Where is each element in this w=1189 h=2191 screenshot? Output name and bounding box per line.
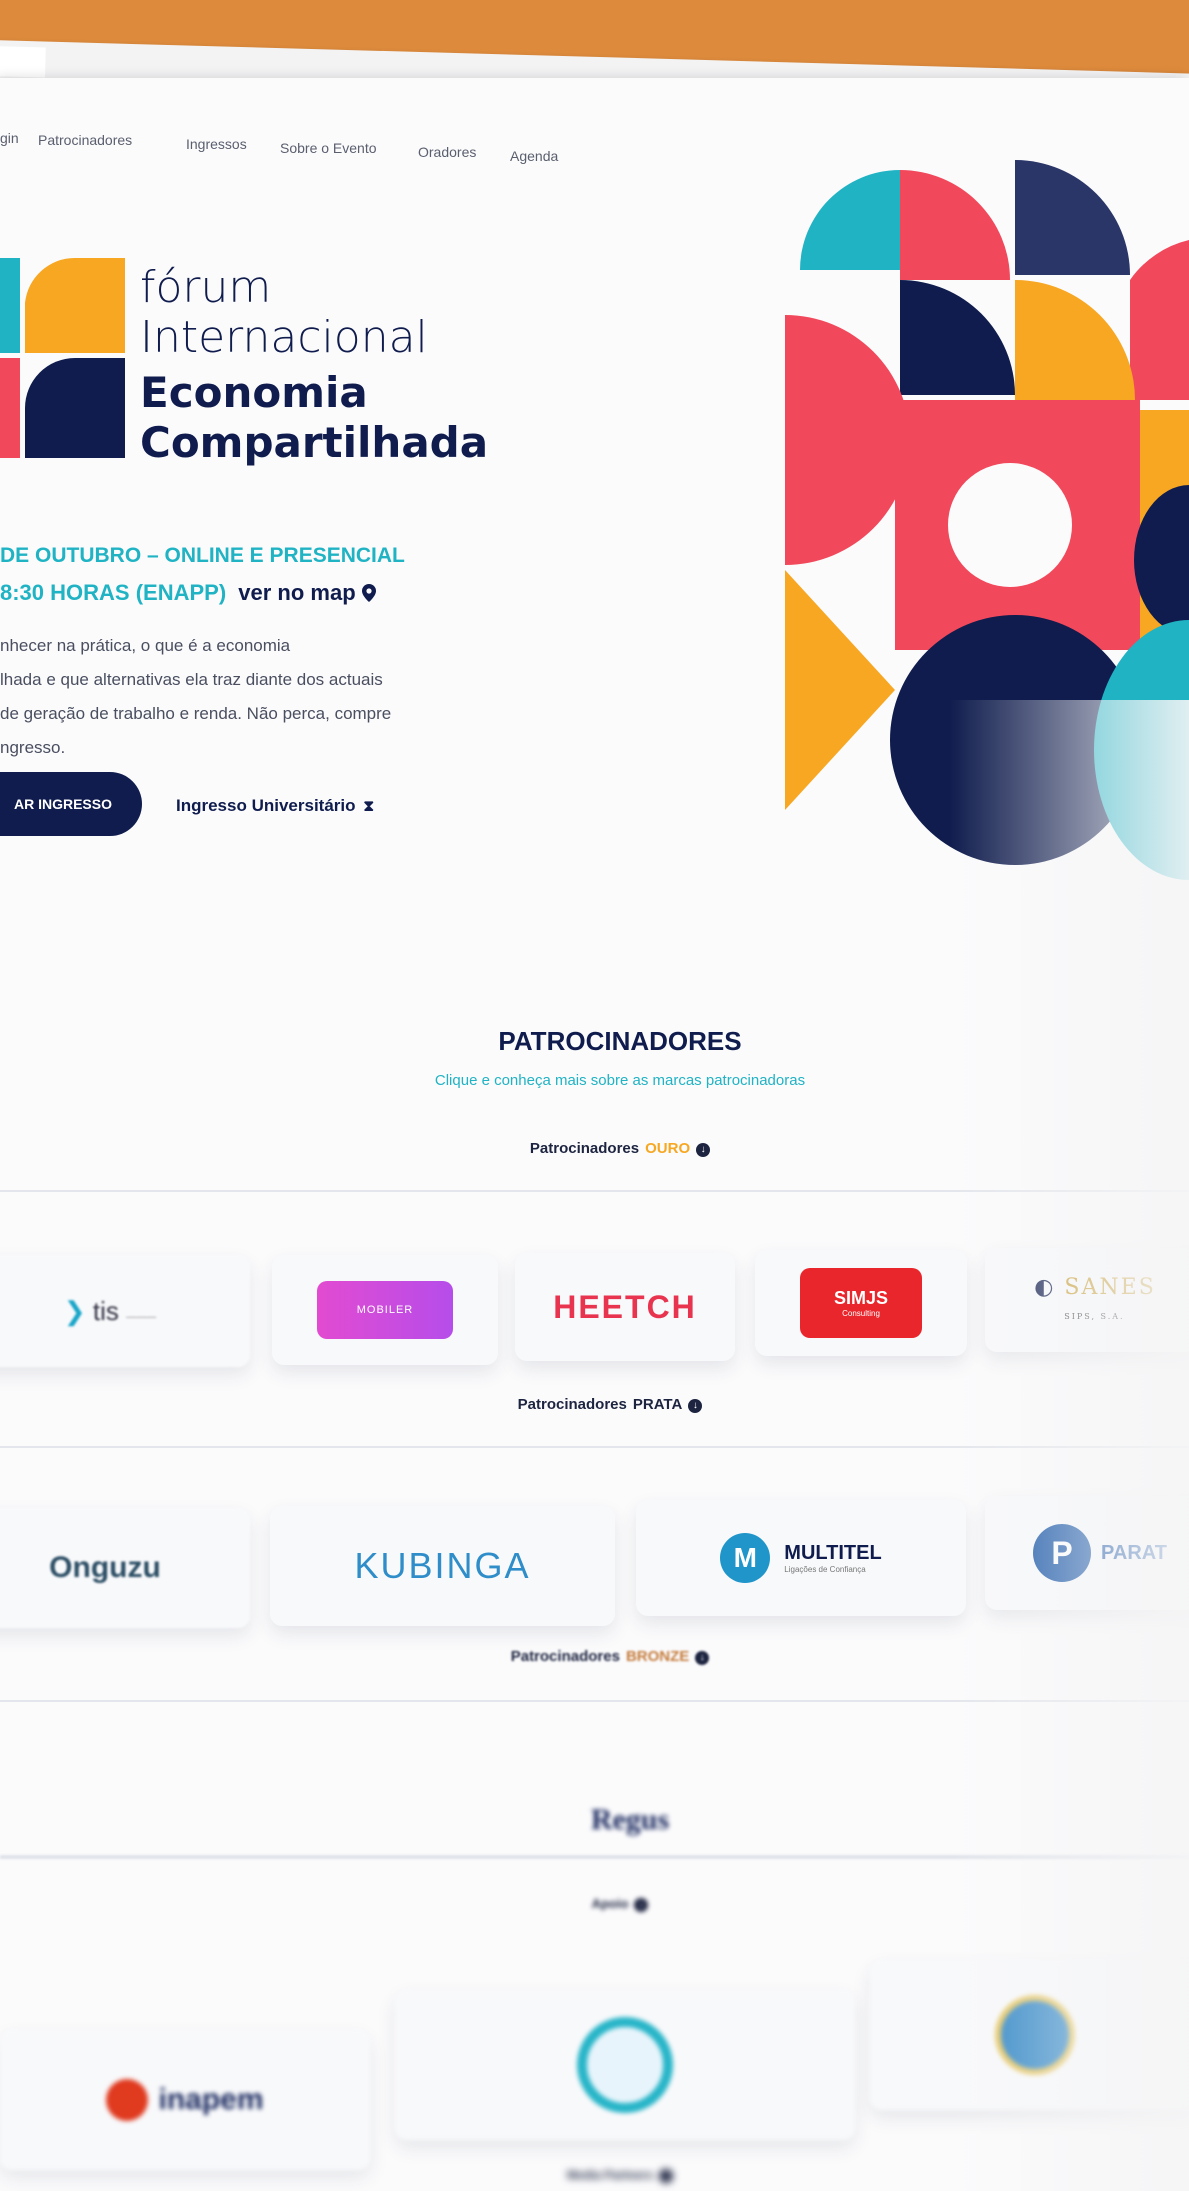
sponsor-card-paratus[interactable]: P PARAT: [985, 1496, 1189, 1610]
logo-line-economia: Economia: [140, 368, 368, 417]
tier-bronze-heading: Patrocinadores BRONZE ↓: [450, 1648, 770, 1665]
map-pin-icon: [361, 584, 376, 602]
nav-patrocinadores[interactable]: Patrocinadores: [38, 132, 132, 148]
sponsor-logo-onguzu: Onguzu: [49, 1551, 161, 1584]
event-time-line: 8:30 HORAS (ENAPP) ver no map: [0, 580, 376, 606]
tier-label: Media Partners: [566, 2168, 654, 2182]
partner-ring-logo-icon: [577, 2017, 673, 2113]
sponsor-name: tis: [92, 1295, 119, 1326]
description-line: nhecer na prática, o que é a economia: [0, 636, 291, 655]
sponsor-name: SANES: [1064, 1275, 1156, 1300]
tier-label: Apoio: [591, 1896, 629, 1911]
tier-level: BRONZE: [625, 1648, 690, 1665]
sponsor-logo-paratus: P PARAT: [1033, 1524, 1167, 1582]
tier-level: PRATA: [632, 1396, 683, 1413]
description-line: de geração de trabalho e renda. Não perc…: [0, 704, 392, 723]
divider: [0, 1190, 1189, 1192]
sponsor-card-multitel[interactable]: M MULTITEL Ligações de Confiança: [636, 1500, 966, 1616]
sponsor-card-simjs[interactable]: SIMJS Consulting: [755, 1250, 967, 1356]
multitel-wordmark: MULTITEL Ligações de Confiança: [784, 1542, 881, 1574]
browser-tab[interactable]: [0, 45, 46, 78]
nav-agenda[interactable]: Agenda: [510, 148, 558, 164]
sponsor-card-kubinga[interactable]: KUBINGA: [270, 1506, 615, 1626]
sponsor-tagline: Ligações de Confiança: [784, 1565, 866, 1574]
description-line: lhada e que alternativas ela traz diante…: [0, 670, 383, 689]
sponsor-logo-multitel: M MULTITEL Ligações de Confiança: [720, 1533, 882, 1583]
buy-ticket-button[interactable]: AR INGRESSO: [0, 772, 142, 836]
university-ticket-label[interactable]: Ingresso Universitário: [176, 796, 356, 815]
sponsor-tagline: SIPS, S.A.: [1064, 1312, 1125, 1321]
sponsor-card-partner[interactable]: [395, 1990, 855, 2140]
sponsor-tagline: Consulting: [842, 1309, 880, 1318]
tier-media-heading: Media Partners ↓: [500, 2168, 740, 2183]
tier-level: OURO: [645, 1140, 691, 1157]
paratus-p-icon: P: [1033, 1524, 1092, 1582]
logo-line-forum: fórum: [140, 262, 272, 313]
divider: [0, 1446, 1189, 1448]
sponsor-card-heetch[interactable]: HEETCH: [515, 1253, 735, 1361]
tier-label: Patrocinadores: [529, 1140, 640, 1157]
divider: [0, 1855, 1189, 1859]
sponsor-logo-heetch: HEETCH: [553, 1288, 697, 1325]
sponsor-card-regus[interactable]: Regus: [470, 1760, 790, 1880]
divider: [0, 1700, 1189, 1702]
tis-mark-icon: ❯: [63, 1295, 86, 1326]
map-link[interactable]: ver no map: [238, 580, 376, 605]
logo-line-internacional: Internacional: [140, 312, 428, 363]
sponsor-card-tis[interactable]: ❯ tis ———: [0, 1255, 250, 1367]
sponsor-logo-regus: Regus: [590, 1803, 670, 1836]
nav-ingressos[interactable]: Ingressos: [186, 136, 247, 152]
sponsor-name: SIMJS: [833, 1288, 889, 1308]
tier-support-heading: Apoio ↓: [520, 1896, 720, 1912]
multitel-m-icon: M: [720, 1533, 771, 1583]
sponsor-card-sanes[interactable]: ◐ SANES SIPS, S.A.: [985, 1248, 1189, 1352]
forum-logo-icon: [0, 258, 125, 458]
tier-silver-heading: Patrocinadores PRATA ↓: [460, 1396, 760, 1413]
tier-label: Patrocinadores: [510, 1648, 620, 1665]
hourglass-icon: ⧗: [363, 798, 375, 815]
nav-oradores[interactable]: Oradores: [418, 144, 476, 160]
sanes-mark-icon: ◐: [1034, 1275, 1056, 1300]
arrow-down-circle-icon[interactable]: ↓: [688, 1399, 703, 1413]
university-ticket-link[interactable]: Ingresso Universitário ⧗: [176, 796, 374, 816]
sponsor-card-mobiler[interactable]: MOBILER: [272, 1255, 498, 1365]
sponsor-logo-inapem: inapem: [106, 2079, 264, 2121]
sponsor-card-inapem[interactable]: inapem: [0, 2030, 370, 2170]
sponsor-logo-kubinga: KUBINGA: [354, 1545, 531, 1586]
tier-gold-heading: Patrocinadores OURO ↓: [470, 1140, 770, 1157]
logo-line-compartilhada: Compartilhada: [140, 418, 489, 467]
sponsor-name: inapem: [158, 2083, 264, 2116]
arrow-down-circle-icon[interactable]: ↓: [659, 2169, 674, 2183]
sponsors-subtitle: Clique e conheça mais sobre as marcas pa…: [434, 1072, 806, 1089]
sponsor-logo-simjs: SIMJS Consulting: [800, 1268, 922, 1338]
arrow-down-circle-icon[interactable]: ↓: [634, 1898, 649, 1912]
sponsor-card-onguzu[interactable]: Onguzu: [0, 1508, 250, 1628]
tier-label: Patrocinadores: [517, 1396, 627, 1413]
sponsor-name: PARAT: [1101, 1541, 1167, 1564]
tis-dash: ———: [126, 1311, 157, 1323]
nav-sobre-evento[interactable]: Sobre o Evento: [280, 140, 377, 156]
description-line: ngresso.: [0, 738, 66, 757]
sponsors-title: PATROCINADORES: [498, 1026, 742, 1056]
hero-geometric-graphic: [785, 160, 1189, 880]
partner-seal-logo-icon: [995, 1995, 1075, 2075]
arrow-down-circle-icon[interactable]: ↓: [695, 1651, 710, 1665]
inapem-mark-icon: [106, 2079, 149, 2121]
sponsor-logo-sanes: ◐ SANES SIPS, S.A.: [1034, 1275, 1156, 1325]
event-time: 8:30 HORAS (ENAPP): [0, 580, 227, 605]
event-date: DE OUTUBRO – ONLINE E PRESENCIAL: [0, 544, 405, 567]
sponsor-logo-mobiler: MOBILER: [317, 1281, 453, 1339]
map-link-label[interactable]: ver no map: [238, 580, 355, 605]
arrow-down-circle-icon[interactable]: ↓: [696, 1143, 711, 1157]
nav-login[interactable]: gin: [0, 130, 19, 146]
sponsor-card-seal[interactable]: [870, 1960, 1189, 2110]
sponsor-logo-tis: ❯ tis ———: [64, 1296, 156, 1327]
sponsor-name: MULTITEL: [784, 1542, 882, 1564]
